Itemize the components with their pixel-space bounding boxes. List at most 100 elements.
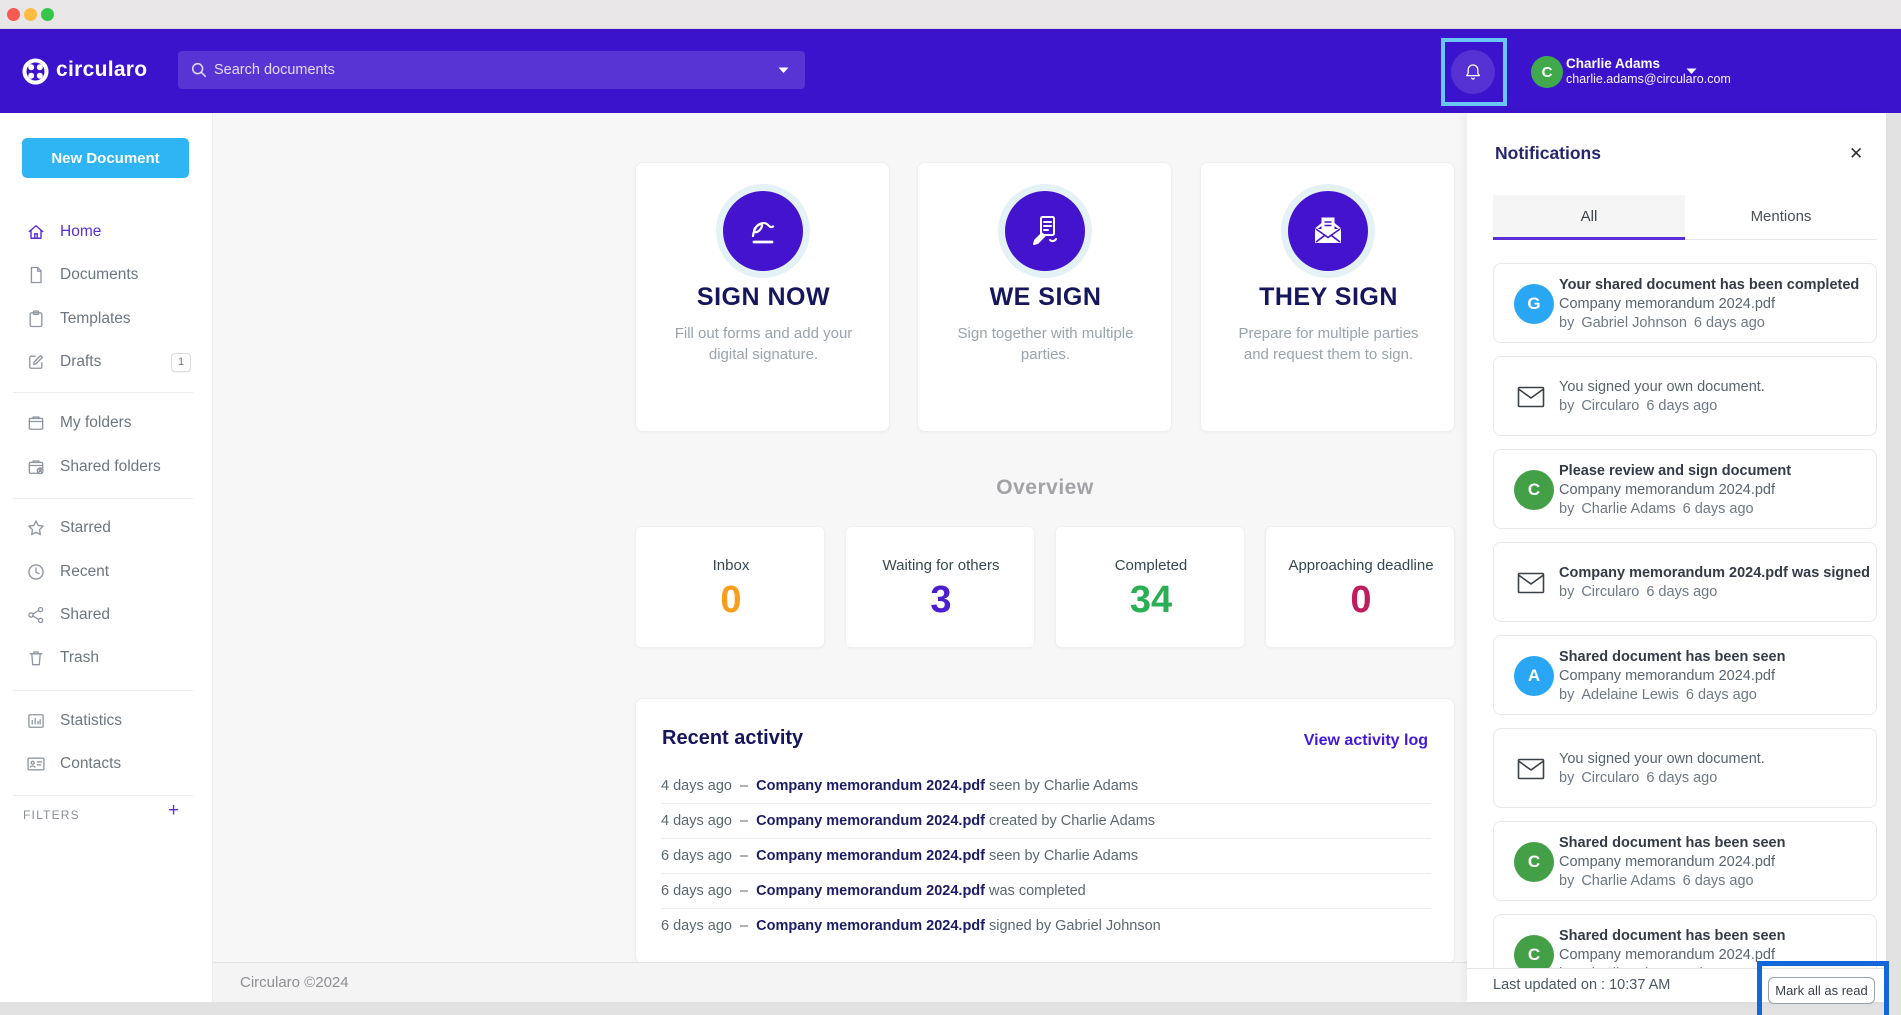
sidebar-divider: [13, 690, 193, 691]
card-title: WE SIGN: [918, 283, 1173, 312]
activity-row[interactable]: 6 days ago – Company memorandum 2024.pdf…: [661, 874, 1431, 909]
view-activity-log-link[interactable]: View activity log: [1304, 732, 1428, 750]
activity-row[interactable]: 6 days ago – Company memorandum 2024.pdf…: [661, 839, 1431, 874]
star-icon: [26, 518, 46, 538]
notification-item[interactable]: You signed your own document. byCircular…: [1493, 728, 1877, 808]
recent-activity-heading: Recent activity: [662, 727, 803, 750]
stat-card-inbox[interactable]: Inbox 0: [635, 526, 825, 648]
envelope-icon: [1517, 386, 1545, 408]
notifications-heading: Notifications: [1495, 143, 1601, 164]
sidebar-item-drafts[interactable]: Drafts 1: [0, 340, 213, 384]
circularo-logo-icon[interactable]: [22, 58, 49, 85]
stat-card-waiting[interactable]: Waiting for others 3: [845, 526, 1035, 648]
sidebar-item-contacts[interactable]: Contacts: [0, 742, 213, 786]
search-filter-caret-icon[interactable]: [778, 67, 789, 74]
bar-chart-icon: [26, 711, 46, 731]
card-title: SIGN NOW: [636, 283, 891, 312]
sidebar-item-shared-folders[interactable]: Shared folders: [0, 445, 213, 489]
card-description: Fill out forms and add your digital sign…: [664, 323, 863, 365]
mark-all-read-highlight-annotation: [1757, 961, 1889, 1015]
notification-item[interactable]: A Shared document has been seen Company …: [1493, 635, 1877, 715]
sidebar-item-templates[interactable]: Templates: [0, 297, 213, 341]
activity-file-link[interactable]: Company memorandum 2024.pdf: [756, 813, 985, 829]
envelope-icon: [1517, 758, 1545, 780]
sidebar-item-documents[interactable]: Documents: [0, 253, 213, 297]
we-sign-card[interactable]: WE SIGN Sign together with multiple part…: [917, 162, 1172, 432]
they-sign-card[interactable]: THEY SIGN Prepare for multiple parties a…: [1200, 162, 1455, 432]
minimize-window-button[interactable]: [24, 8, 37, 21]
copyright-text: Circularo ©2024: [240, 963, 349, 1003]
close-window-button[interactable]: [7, 8, 20, 21]
stat-value: 3: [846, 579, 1036, 622]
tab-all[interactable]: All: [1493, 195, 1685, 238]
sender-avatar: G: [1514, 284, 1554, 324]
user-email: charlie.adams@circularo.com: [1566, 72, 1731, 86]
tab-mentions[interactable]: Mentions: [1685, 195, 1877, 238]
maximize-window-button[interactable]: [41, 8, 54, 21]
activity-row[interactable]: 4 days ago – Company memorandum 2024.pdf…: [661, 769, 1431, 804]
notification-item[interactable]: Company memorandum 2024.pdf was signed b…: [1493, 542, 1877, 622]
brand-name[interactable]: circularo: [56, 58, 147, 82]
sidebar-item-statistics[interactable]: Statistics: [0, 699, 213, 743]
sidebar-item-starred[interactable]: Starred: [0, 506, 213, 550]
notification-item[interactable]: C Please review and sign document Compan…: [1493, 449, 1877, 529]
add-filter-button[interactable]: +: [168, 800, 179, 822]
user-avatar: C: [1531, 56, 1563, 88]
share-icon: [26, 605, 46, 625]
filters-label: FILTERS: [23, 808, 80, 822]
overview-heading: Overview: [635, 476, 1455, 500]
search-icon: [190, 61, 208, 79]
stat-card-completed[interactable]: Completed 34: [1055, 526, 1245, 648]
search-input[interactable]: Search documents: [178, 51, 805, 89]
sidebar-item-recent[interactable]: Recent: [0, 550, 213, 594]
signature-icon: [723, 191, 803, 271]
activity-file-link[interactable]: Company memorandum 2024.pdf: [756, 778, 985, 794]
app-window: circularo Search documents C Charlie Ada…: [0, 0, 1901, 1015]
stat-value: 0: [1266, 579, 1456, 622]
contact-card-icon: [26, 754, 46, 774]
stat-card-deadline[interactable]: Approaching deadline 0: [1265, 526, 1455, 648]
activity-row[interactable]: 4 days ago – Company memorandum 2024.pdf…: [661, 804, 1431, 839]
folder-icon: [26, 413, 46, 433]
new-document-button[interactable]: New Document: [22, 138, 189, 178]
activity-row[interactable]: 6 days ago – Company memorandum 2024.pdf…: [661, 909, 1431, 944]
activity-file-link[interactable]: Company memorandum 2024.pdf: [756, 883, 985, 899]
bell-highlight-annotation: [1441, 38, 1507, 106]
sign-now-card[interactable]: SIGN NOW Fill out forms and add your dig…: [635, 162, 890, 432]
sidebar-item-my-folders[interactable]: My folders: [0, 401, 213, 445]
sidebar-item-trash[interactable]: Trash: [0, 636, 213, 680]
sender-avatar: C: [1514, 842, 1554, 882]
notification-item[interactable]: You signed your own document. byCircular…: [1493, 356, 1877, 436]
card-title: THEY SIGN: [1201, 283, 1456, 312]
macos-titlebar: [0, 0, 1901, 29]
tab-divider: [1685, 239, 1877, 240]
activity-file-link[interactable]: Company memorandum 2024.pdf: [756, 848, 985, 864]
home-icon: [26, 222, 46, 242]
edit-icon: [26, 352, 46, 372]
user-menu[interactable]: C Charlie Adams charlie.adams@circularo.…: [1531, 52, 1711, 92]
drafts-count-badge: 1: [171, 353, 191, 372]
card-description: Sign together with multiple parties.: [946, 323, 1145, 365]
user-menu-caret-icon[interactable]: [1686, 68, 1697, 75]
sidebar-divider: [13, 392, 193, 393]
shared-folder-icon: [26, 457, 46, 477]
sidebar-divider: [13, 795, 193, 796]
notification-item[interactable]: C Shared document has been seen Company …: [1493, 821, 1877, 901]
card-description: Prepare for multiple parties and request…: [1229, 323, 1428, 365]
trash-icon: [26, 648, 46, 668]
sidebar-item-shared[interactable]: Shared: [0, 593, 213, 637]
envelope-icon: [1517, 572, 1545, 594]
sender-avatar: C: [1514, 470, 1554, 510]
close-icon[interactable]: ✕: [1849, 144, 1863, 164]
main-footer: Circularo ©2024: [213, 962, 1467, 1002]
stat-value: 0: [636, 579, 826, 622]
notification-item[interactable]: G Your shared document has been complete…: [1493, 263, 1877, 343]
stat-value: 34: [1056, 579, 1246, 622]
search-placeholder: Search documents: [214, 62, 335, 78]
clock-icon: [26, 562, 46, 582]
envelope-letter-icon: [1288, 191, 1368, 271]
activity-file-link[interactable]: Company memorandum 2024.pdf: [756, 918, 985, 934]
active-tab-underline: [1493, 237, 1685, 240]
sidebar-item-home[interactable]: Home: [0, 210, 213, 254]
last-updated-text: Last updated on : 10:37 AM: [1493, 969, 1670, 1002]
